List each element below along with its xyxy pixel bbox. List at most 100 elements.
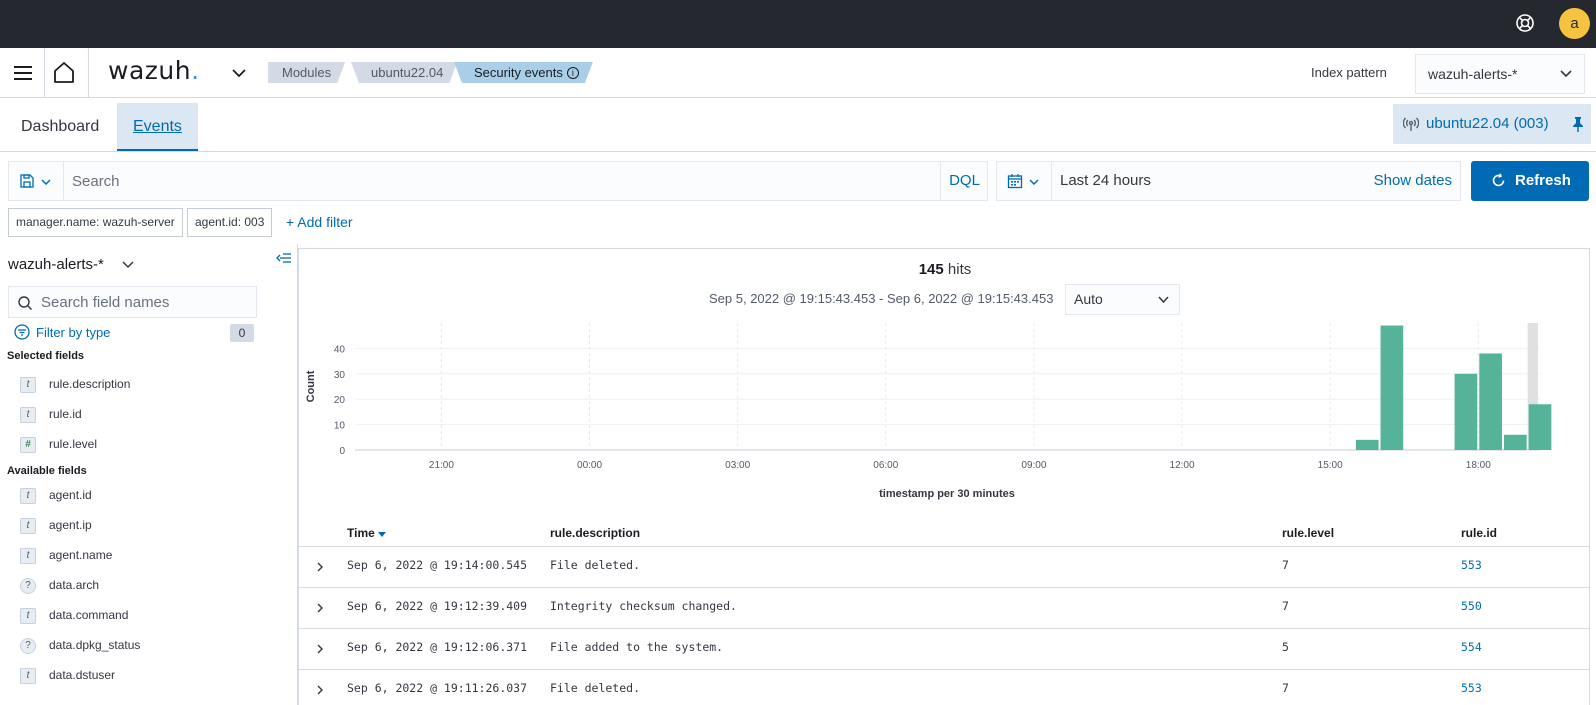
number-type-icon: #	[20, 437, 36, 453]
index-pattern-select[interactable]: wazuh-alerts-*	[1415, 54, 1585, 94]
x-axis-title: timestamp per 30 minutes	[879, 488, 1015, 500]
discover-panel: 145 hits Sep 5, 2022 @ 19:15:43.453 - Se…	[298, 248, 1590, 705]
available-fields-heading: Available fields	[7, 465, 87, 477]
chevron-down-icon	[1560, 70, 1572, 78]
breadcrumb-security-events: Security events i	[454, 62, 593, 83]
hits-count: 145 hits	[918, 261, 972, 278]
refresh-button[interactable]: Refresh	[1471, 161, 1589, 201]
rule-id-link[interactable]: 553	[1461, 558, 1482, 572]
wazuh-logo[interactable]: wazuh.	[108, 56, 200, 85]
interval-select[interactable]: Auto	[1065, 284, 1180, 315]
selected-fields-heading: Selected fields	[7, 350, 85, 362]
y-tick-label: 30	[334, 370, 346, 381]
top-bar: a	[0, 0, 1596, 48]
histogram-bar	[1503, 434, 1527, 450]
filter-icon	[14, 324, 30, 340]
histogram-chart[interactable]: 0 10 20 30 40 21:00 00:00 03:00 06:00 09:00 12:00 1…	[299, 317, 1589, 517]
sort-desc-icon	[377, 532, 386, 537]
table-header: Time rule.description rule.level rule.id	[299, 520, 1589, 547]
home-icon[interactable]	[52, 60, 76, 84]
chevron-down-icon	[1029, 179, 1039, 186]
y-axis-title: Count	[305, 370, 317, 402]
refresh-icon	[1492, 173, 1505, 187]
column-header-level[interactable]: rule.level	[1282, 526, 1334, 540]
saved-queries-button[interactable]	[9, 162, 64, 200]
save-icon	[20, 174, 34, 188]
quick-date-button[interactable]	[997, 162, 1052, 200]
chevron-right-icon[interactable]	[314, 684, 326, 696]
breadcrumb-agent[interactable]: ubuntu22.04	[351, 62, 457, 83]
avatar[interactable]: a	[1559, 8, 1590, 39]
field-sidebar: wazuh-alerts-* Filter by type 0 Selected…	[0, 244, 298, 705]
time-range-label[interactable]: Last 24 hours	[1060, 162, 1151, 200]
collapse-sidebar-icon[interactable]	[276, 250, 292, 266]
time-range-text: Sep 5, 2022 @ 19:15:43.453 - Sep 6, 2022…	[709, 291, 1054, 306]
y-tick-label: 20	[334, 395, 346, 406]
tab-events[interactable]: Events	[117, 103, 198, 151]
string-type-icon: t	[20, 548, 36, 564]
histogram-bar	[1528, 404, 1552, 450]
calendar-icon	[1007, 174, 1023, 189]
menu-icon[interactable]	[12, 62, 34, 84]
x-tick-label: 15:00	[1318, 460, 1343, 471]
date-picker: Last 24 hours Show dates	[996, 161, 1461, 201]
pin-icon[interactable]	[1571, 116, 1585, 132]
chevron-right-icon[interactable]	[314, 561, 326, 573]
x-tick-label: 00:00	[577, 460, 602, 471]
selected-agent-pill[interactable]: ubuntu22.04 (003)	[1393, 104, 1591, 144]
column-header-id[interactable]: rule.id	[1461, 526, 1497, 540]
add-filter-link[interactable]: + Add filter	[286, 214, 353, 230]
x-tick-label: 09:00	[1021, 460, 1046, 471]
query-language-button[interactable]: DQL	[940, 162, 988, 200]
table-row: Sep 6, 2022 @ 19:12:39.409 Integrity che…	[299, 588, 1589, 629]
chevron-down-icon	[1158, 296, 1169, 304]
x-tick-label: 18:00	[1466, 460, 1491, 471]
query-bar: DQL	[8, 161, 988, 201]
filter-by-type-button[interactable]: Filter by type	[14, 324, 110, 340]
string-type-icon: t	[20, 407, 36, 423]
divider	[88, 48, 89, 97]
search-input[interactable]	[72, 162, 922, 200]
rule-id-link[interactable]: 550	[1461, 599, 1482, 613]
filter-pill-manager[interactable]: manager.name: wazuh-server	[8, 208, 183, 237]
x-tick-label: 21:00	[429, 460, 454, 471]
show-dates-link[interactable]: Show dates	[1374, 162, 1452, 200]
table-row: Sep 6, 2022 @ 19:12:06.371 File added to…	[299, 629, 1589, 670]
field-search-input[interactable]	[41, 287, 251, 317]
histogram-bar	[1355, 439, 1379, 450]
x-tick-label: 03:00	[725, 460, 750, 471]
app-header: wazuh. Modules ubuntu22.04 Security even…	[0, 48, 1596, 98]
chevron-right-icon[interactable]	[314, 643, 326, 655]
column-header-time[interactable]: Time	[347, 526, 386, 540]
y-tick-label: 10	[334, 421, 346, 432]
string-type-icon: t	[20, 608, 36, 624]
search-icon	[18, 296, 32, 310]
info-icon[interactable]: i	[567, 67, 579, 79]
unknown-type-icon: ?	[20, 638, 36, 654]
chevron-right-icon[interactable]	[314, 602, 326, 614]
x-tick-label: 12:00	[1170, 460, 1195, 471]
string-type-icon: t	[20, 377, 36, 393]
y-tick-label: 0	[339, 446, 345, 457]
column-header-description[interactable]: rule.description	[550, 526, 640, 540]
divider	[44, 48, 45, 97]
index-pattern-label: Index pattern	[1311, 65, 1387, 80]
tab-dashboard[interactable]: Dashboard	[5, 103, 115, 151]
histogram-bar	[1454, 373, 1478, 450]
filter-pill-agent[interactable]: agent.id: 003	[187, 208, 273, 237]
histogram-bar	[1479, 353, 1502, 450]
rule-id-link[interactable]: 554	[1461, 640, 1482, 654]
x-tick-label: 06:00	[873, 460, 898, 471]
rule-id-link[interactable]: 553	[1461, 681, 1482, 695]
table-row: Sep 6, 2022 @ 19:14:00.545 File deleted.…	[299, 547, 1589, 588]
chevron-down-icon	[41, 179, 51, 186]
y-tick-label: 40	[334, 344, 346, 355]
string-type-icon: t	[20, 488, 36, 504]
help-lifebuoy-icon[interactable]	[1515, 13, 1535, 33]
sidebar-index-pattern[interactable]: wazuh-alerts-*	[8, 256, 104, 273]
breadcrumb-modules[interactable]: Modules	[268, 62, 345, 83]
chevron-down-icon[interactable]	[230, 64, 248, 82]
chevron-down-icon[interactable]	[121, 258, 135, 272]
field-search	[8, 286, 257, 318]
unknown-type-icon: ?	[20, 578, 36, 594]
